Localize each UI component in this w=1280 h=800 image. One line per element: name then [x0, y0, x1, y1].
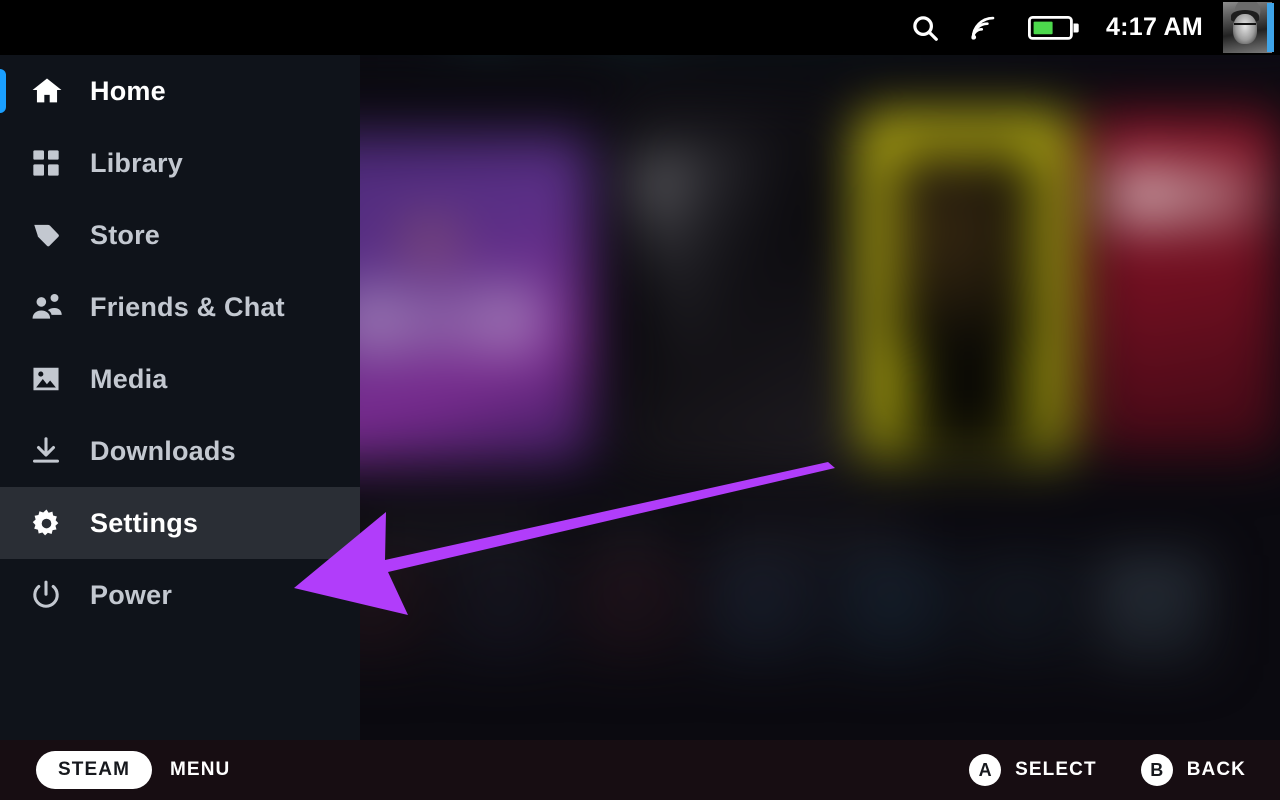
blurred-background-artwork [360, 55, 1280, 740]
sidebar-item-label: Media [90, 363, 168, 394]
artwork-ghost-button-1 [360, 515, 550, 551]
sidebar-item-label: Settings [90, 507, 199, 538]
hint-label: BACK [1186, 759, 1246, 780]
artwork-ghost-button-2 [590, 515, 670, 547]
sidebar-item-media[interactable]: Media [0, 343, 360, 415]
power-icon [30, 579, 74, 611]
sidebar-item-power[interactable]: Power [0, 559, 360, 631]
artwork-dark-figure [630, 133, 800, 357]
avatar-glasses [1234, 23, 1256, 28]
avatar-face [1233, 14, 1257, 44]
menu-label: MENU [170, 759, 231, 780]
avatar-online-status [1267, 3, 1274, 52]
search-icon[interactable] [910, 13, 940, 43]
artwork-capsule-yellow [860, 115, 1070, 460]
sidebar-item-home[interactable]: Home [0, 55, 360, 127]
sidebar-item-label: Home [90, 75, 166, 106]
artwork-capsule-red [1090, 115, 1280, 455]
a-button-icon: A [969, 754, 1002, 786]
clock: 4:17 AM [1105, 13, 1203, 41]
artwork-thumbnail [580, 555, 690, 665]
avatar-photo [1223, 2, 1272, 53]
wifi-signal-icon[interactable] [968, 13, 998, 43]
sidebar-item-store[interactable]: Store [0, 199, 360, 271]
battery-icon[interactable] [1027, 14, 1080, 42]
artwork-yellow-inner-2 [908, 330, 1028, 450]
button-hints: A SELECT B BACK [925, 754, 1280, 786]
artwork-red-highlight [1110, 165, 1260, 225]
active-indicator [0, 69, 6, 113]
artwork-thumbnail [1100, 555, 1210, 665]
sidebar-item-label: Library [90, 147, 183, 178]
steam-button[interactable]: STEAM [36, 751, 152, 789]
download-icon [30, 435, 74, 467]
status-bar: 4:17 AM [0, 0, 1280, 55]
hint-label: SELECT [1015, 759, 1097, 780]
sidebar-item-label: Power [90, 579, 173, 610]
avatar[interactable] [1223, 0, 1280, 55]
artwork-thumbnail [970, 555, 1080, 665]
artwork-yellow-inner [892, 150, 1037, 350]
artwork-capsule-purple [360, 135, 590, 465]
artwork-thumbnail [360, 555, 430, 665]
friends-icon [30, 290, 74, 324]
gear-icon [30, 507, 74, 540]
store-tag-icon [30, 219, 74, 251]
sidebar-item-settings[interactable]: Settings [0, 487, 360, 559]
artwork-blur-layer [360, 55, 1280, 740]
sidebar-item-downloads[interactable]: Downloads [0, 415, 360, 487]
steam-deck-screen: 4:17 AM Home Library Store Friends & Cha… [0, 0, 1280, 800]
sidebar-item-label: Downloads [90, 435, 236, 466]
sidebar-nav: Home Library Store Friends & Chat Media … [0, 55, 360, 740]
artwork-purple-glow [390, 215, 470, 265]
artwork-purple-title-block [360, 285, 540, 355]
artwork-thumbnail [450, 555, 560, 665]
sidebar-item-label: Friends & Chat [90, 291, 285, 322]
artwork-capsule-dark [620, 95, 850, 475]
artwork-thumbnail [840, 555, 950, 665]
sidebar-item-friends-chat[interactable]: Friends & Chat [0, 271, 360, 343]
footer-bar: STEAM MENU A SELECT B BACK [0, 740, 1280, 800]
b-button-icon: B [1140, 754, 1173, 786]
artwork-thumbnail-row [360, 555, 1280, 675]
artwork-thumbnail [710, 555, 820, 665]
hint-back[interactable]: B BACK [1140, 754, 1246, 786]
hint-select[interactable]: A SELECT [969, 754, 1097, 786]
library-icon [30, 147, 74, 179]
media-icon [30, 363, 74, 395]
sidebar-item-label: Store [90, 219, 161, 250]
sidebar-item-library[interactable]: Library [0, 127, 360, 199]
home-icon [30, 74, 74, 108]
artwork-ghost-button-3 [710, 515, 910, 547]
